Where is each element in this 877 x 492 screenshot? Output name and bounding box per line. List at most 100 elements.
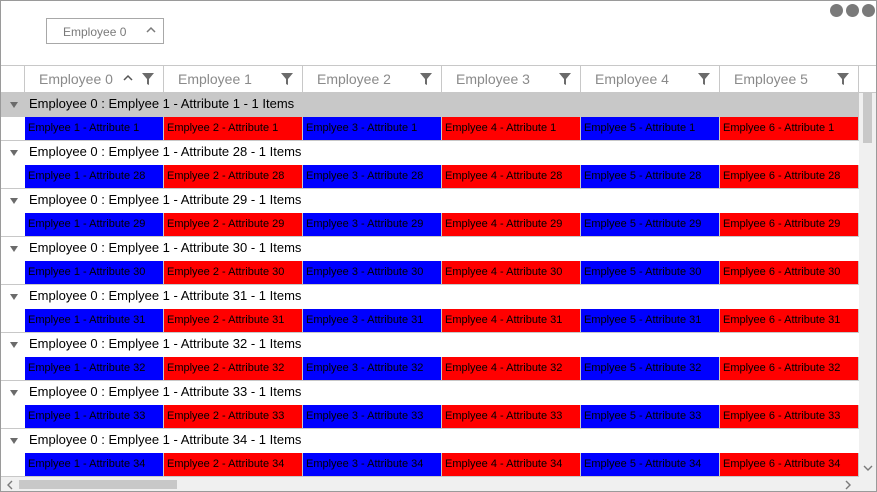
table-cell[interactable]: Emplyee 2 - Attribute 32 [164, 357, 303, 380]
collapse-triangle-icon[interactable] [9, 388, 19, 398]
table-cell[interactable]: Emplyee 6 - Attribute 29 [720, 213, 859, 236]
table-row[interactable]: Emplyee 1 - Attribute 29 Emplyee 2 - Attr… [1, 213, 859, 237]
table-cell[interactable]: Emplyee 1 - Attribute 33 [25, 405, 164, 428]
column-header-2[interactable]: Employee 2 [303, 66, 442, 92]
table-cell[interactable]: Emplyee 5 - Attribute 1 [581, 117, 720, 140]
sort-ascending-icon[interactable] [123, 73, 133, 83]
table-cell[interactable]: Emplyee 2 - Attribute 33 [164, 405, 303, 428]
collapse-triangle-icon[interactable] [9, 100, 19, 110]
chevron-up-icon[interactable] [145, 24, 157, 36]
table-cell[interactable]: Emplyee 4 - Attribute 33 [442, 405, 581, 428]
column-header-1[interactable]: Employee 1 [164, 66, 303, 92]
table-cell[interactable]: Emplyee 1 - Attribute 29 [25, 213, 164, 236]
table-cell[interactable]: Emplyee 6 - Attribute 31 [720, 309, 859, 332]
collapse-triangle-icon[interactable] [9, 196, 19, 206]
filter-icon[interactable] [280, 72, 294, 86]
group-chip-employee-0[interactable]: Employee 0 [46, 18, 164, 44]
table-cell[interactable]: Emplyee 6 - Attribute 28 [720, 165, 859, 188]
filter-icon[interactable] [558, 72, 572, 86]
table-cell[interactable]: Emplyee 5 - Attribute 32 [581, 357, 720, 380]
table-cell[interactable]: Emplyee 4 - Attribute 28 [442, 165, 581, 188]
dot-icon[interactable] [846, 4, 859, 17]
table-cell[interactable]: Emplyee 3 - Attribute 33 [303, 405, 442, 428]
collapse-triangle-icon[interactable] [9, 340, 19, 350]
table-cell[interactable]: Emplyee 4 - Attribute 31 [442, 309, 581, 332]
group: Employee 0 : Emplyee 1 - Attribute 31 - … [1, 285, 859, 333]
collapse-triangle-icon[interactable] [9, 148, 19, 158]
group-header-row[interactable]: Employee 0 : Emplyee 1 - Attribute 28 - … [1, 141, 859, 165]
column-header-5[interactable]: Employee 5 [720, 66, 859, 92]
table-cell[interactable]: Emplyee 6 - Attribute 33 [720, 405, 859, 428]
horizontal-scroll-thumb[interactable] [19, 480, 177, 489]
group-header-text: Employee 0 : Emplyee 1 - Attribute 33 - … [29, 384, 302, 399]
filter-icon[interactable] [141, 72, 155, 86]
row-indent [1, 309, 25, 332]
table-row[interactable]: Emplyee 1 - Attribute 31 Emplyee 2 - Attr… [1, 309, 859, 333]
table-row[interactable]: Emplyee 1 - Attribute 30 Emplyee 2 - Attr… [1, 261, 859, 285]
column-header-0[interactable]: Employee 0 [25, 66, 164, 92]
table-cell[interactable]: Emplyee 3 - Attribute 28 [303, 165, 442, 188]
column-header-4[interactable]: Employee 4 [581, 66, 720, 92]
table-cell[interactable]: Emplyee 1 - Attribute 34 [25, 453, 164, 476]
table-cell[interactable]: Emplyee 4 - Attribute 32 [442, 357, 581, 380]
collapse-triangle-icon[interactable] [9, 244, 19, 254]
table-cell[interactable]: Emplyee 4 - Attribute 29 [442, 213, 581, 236]
table-cell[interactable]: Emplyee 4 - Attribute 1 [442, 117, 581, 140]
group-header-row[interactable]: Employee 0 : Emplyee 1 - Attribute 33 - … [1, 381, 859, 405]
table-row[interactable]: Emplyee 1 - Attribute 34 Emplyee 2 - Attr… [1, 453, 859, 477]
table-cell[interactable]: Emplyee 5 - Attribute 33 [581, 405, 720, 428]
table-cell[interactable]: Emplyee 1 - Attribute 32 [25, 357, 164, 380]
scroll-down-arrow-icon[interactable] [863, 463, 873, 473]
vertical-scroll-thumb[interactable] [863, 93, 872, 143]
group-header-row[interactable]: Employee 0 : Emplyee 1 - Attribute 31 - … [1, 285, 859, 309]
table-cell[interactable]: Emplyee 5 - Attribute 28 [581, 165, 720, 188]
table-row[interactable]: Emplyee 1 - Attribute 28 Emplyee 2 - Attr… [1, 165, 859, 189]
table-cell[interactable]: Emplyee 2 - Attribute 31 [164, 309, 303, 332]
table-cell[interactable]: Emplyee 1 - Attribute 30 [25, 261, 164, 284]
table-cell[interactable]: Emplyee 2 - Attribute 28 [164, 165, 303, 188]
table-cell[interactable]: Emplyee 5 - Attribute 29 [581, 213, 720, 236]
table-cell[interactable]: Emplyee 4 - Attribute 34 [442, 453, 581, 476]
table-cell[interactable]: Emplyee 3 - Attribute 31 [303, 309, 442, 332]
table-cell[interactable]: Emplyee 3 - Attribute 30 [303, 261, 442, 284]
table-cell[interactable]: Emplyee 1 - Attribute 31 [25, 309, 164, 332]
table-cell[interactable]: Emplyee 3 - Attribute 34 [303, 453, 442, 476]
table-cell[interactable]: Emplyee 6 - Attribute 1 [720, 117, 859, 140]
table-cell[interactable]: Emplyee 4 - Attribute 30 [442, 261, 581, 284]
table-cell[interactable]: Emplyee 3 - Attribute 29 [303, 213, 442, 236]
scroll-right-arrow-icon[interactable] [843, 480, 853, 490]
horizontal-scrollbar[interactable] [1, 477, 859, 491]
table-cell[interactable]: Emplyee 5 - Attribute 30 [581, 261, 720, 284]
collapse-triangle-icon[interactable] [9, 436, 19, 446]
table-row[interactable]: Emplyee 1 - Attribute 33 Emplyee 2 - Attr… [1, 405, 859, 429]
table-cell[interactable]: Emplyee 2 - Attribute 1 [164, 117, 303, 140]
group-header-row[interactable]: Employee 0 : Emplyee 1 - Attribute 32 - … [1, 333, 859, 357]
vertical-scrollbar[interactable] [859, 93, 876, 477]
table-cell[interactable]: Emplyee 3 - Attribute 32 [303, 357, 442, 380]
table-cell[interactable]: Emplyee 2 - Attribute 30 [164, 261, 303, 284]
table-cell[interactable]: Emplyee 5 - Attribute 34 [581, 453, 720, 476]
table-cell[interactable]: Emplyee 2 - Attribute 34 [164, 453, 303, 476]
group-header-row[interactable]: Employee 0 : Emplyee 1 - Attribute 34 - … [1, 429, 859, 453]
table-row[interactable]: Emplyee 1 - Attribute 32 Emplyee 2 - Attr… [1, 357, 859, 381]
table-cell[interactable]: Emplyee 3 - Attribute 1 [303, 117, 442, 140]
collapse-triangle-icon[interactable] [9, 292, 19, 302]
dot-icon[interactable] [830, 4, 843, 17]
table-cell[interactable]: Emplyee 6 - Attribute 32 [720, 357, 859, 380]
table-cell[interactable]: Emplyee 6 - Attribute 30 [720, 261, 859, 284]
table-cell[interactable]: Emplyee 1 - Attribute 1 [25, 117, 164, 140]
table-cell[interactable]: Emplyee 6 - Attribute 34 [720, 453, 859, 476]
table-row[interactable]: Emplyee 1 - Attribute 1 Emplyee 2 - Attri… [1, 117, 859, 141]
group-header-row[interactable]: Employee 0 : Emplyee 1 - Attribute 30 - … [1, 237, 859, 261]
column-header-3[interactable]: Employee 3 [442, 66, 581, 92]
dot-icon[interactable] [862, 4, 875, 17]
table-cell[interactable]: Emplyee 1 - Attribute 28 [25, 165, 164, 188]
table-cell[interactable]: Emplyee 2 - Attribute 29 [164, 213, 303, 236]
filter-icon[interactable] [836, 72, 850, 86]
group-header-row[interactable]: Employee 0 : Emplyee 1 - Attribute 29 - … [1, 189, 859, 213]
group-header-row[interactable]: Employee 0 : Emplyee 1 - Attribute 1 - 1… [1, 93, 859, 117]
table-cell[interactable]: Emplyee 5 - Attribute 31 [581, 309, 720, 332]
scroll-left-arrow-icon[interactable] [5, 480, 15, 490]
filter-icon[interactable] [697, 72, 711, 86]
filter-icon[interactable] [419, 72, 433, 86]
